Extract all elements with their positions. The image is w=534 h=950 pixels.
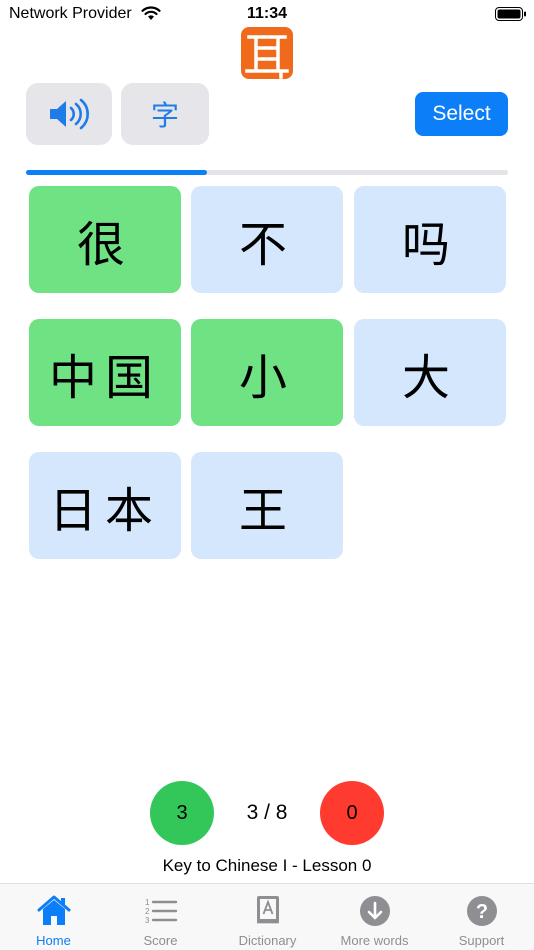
speaker-wave-icon: [50, 98, 89, 130]
battery-icon: [495, 7, 526, 21]
app-logo: [241, 27, 293, 79]
status-bar: Network Provider 11:34: [0, 0, 534, 28]
word-tile[interactable]: 很: [29, 186, 181, 293]
list-numbered-icon: 1 2 3: [145, 898, 178, 925]
tab-label: Dictionary: [238, 933, 297, 948]
tab-more-words[interactable]: More words: [321, 884, 428, 950]
word-tile[interactable]: 不: [191, 186, 343, 293]
word-tile[interactable]: 中国: [29, 319, 181, 426]
svg-text:3: 3: [145, 916, 150, 925]
download-circle-icon: [360, 896, 390, 926]
tab-label: Score: [143, 933, 178, 948]
svg-text:?: ?: [476, 901, 488, 923]
tab-home[interactable]: Home: [0, 884, 107, 950]
tab-label: Support: [458, 933, 505, 948]
svg-text:1: 1: [145, 898, 150, 907]
character-mode-button[interactable]: 字: [121, 83, 209, 145]
tab-score[interactable]: 1 2 3 Score: [107, 884, 214, 950]
word-tile[interactable]: 王: [191, 452, 343, 559]
tab-dictionary[interactable]: Dictionary: [214, 884, 321, 950]
svg-text:2: 2: [145, 907, 150, 916]
app-logo-icon: [245, 35, 289, 79]
select-button[interactable]: Select: [415, 92, 508, 136]
word-tile[interactable]: 大: [354, 319, 506, 426]
tab-support[interactable]: ? Support: [428, 884, 534, 950]
home-icon: [37, 895, 71, 925]
word-tile[interactable]: 日本: [29, 452, 181, 559]
question-circle-icon: ?: [467, 896, 497, 926]
progress-fill: [26, 170, 207, 175]
wrong-count-badge: 0: [320, 781, 384, 845]
dictionary-book-icon: [257, 896, 279, 925]
word-tile[interactable]: 小: [191, 319, 343, 426]
sound-button[interactable]: [26, 83, 112, 145]
word-tile[interactable]: 吗: [354, 186, 506, 293]
lesson-title: Key to Chinese I - Lesson 0: [162, 856, 372, 875]
tab-bar: Home 1 2 3 Score Dictionary More words ?: [0, 883, 534, 950]
tab-label: More words: [340, 933, 409, 948]
progress-bar: [26, 170, 508, 175]
character-mode-label: 字: [150, 99, 179, 132]
tab-label: Home: [36, 933, 71, 948]
clock: 11:34: [246, 5, 288, 22]
correct-count-badge: 3: [150, 781, 214, 845]
progress-count: 3 / 8: [246, 801, 288, 824]
